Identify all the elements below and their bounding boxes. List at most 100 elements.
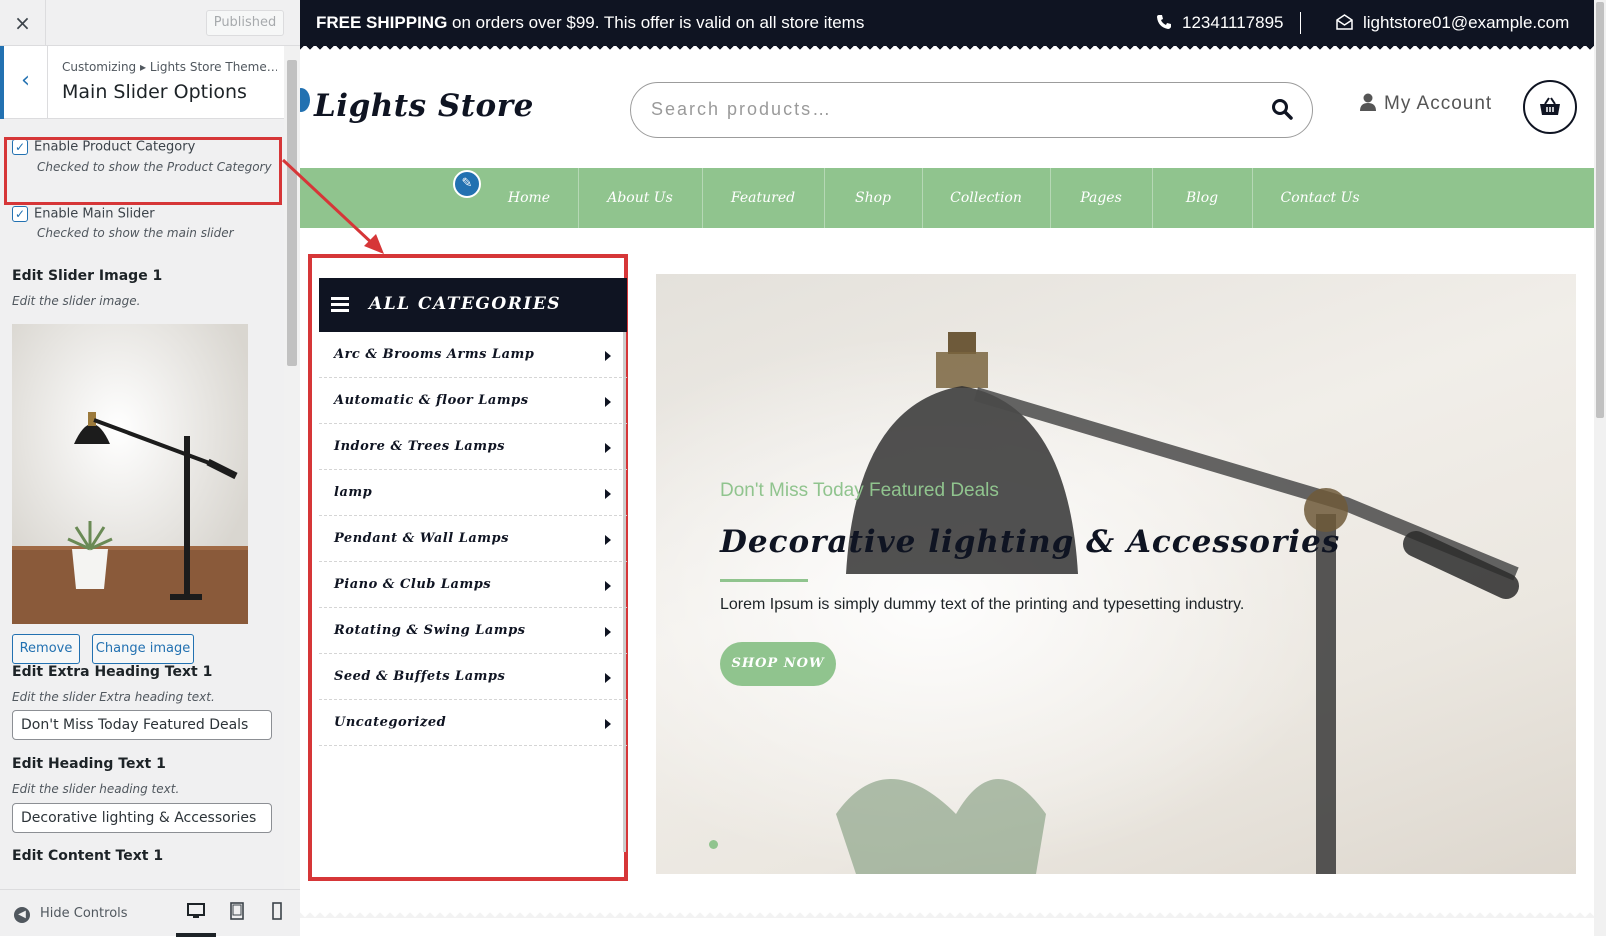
slider-heading: Decorative lighting & Accessories bbox=[720, 524, 1341, 560]
section-header: ‹ Customizing ▸ Lights Store Theme… Main… bbox=[0, 46, 284, 119]
nav-about-us[interactable]: About Us bbox=[578, 168, 702, 228]
back-button[interactable]: ‹ bbox=[0, 46, 48, 119]
phone-number: 12341117895 bbox=[1182, 13, 1284, 32]
category-label: Seed & Buffets Lamps bbox=[334, 669, 506, 684]
shipping-bold: FREE SHIPPING bbox=[316, 13, 448, 32]
section-zigzag bbox=[300, 910, 1594, 918]
nav-blog[interactable]: Blog bbox=[1152, 168, 1252, 228]
category-label: Automatic & floor Lamps bbox=[334, 393, 529, 408]
main-slider: Don't Miss Today Featured Deals Decorati… bbox=[656, 274, 1576, 874]
slider-dot-active[interactable] bbox=[709, 840, 718, 849]
category-item[interactable]: lamp bbox=[319, 470, 627, 516]
slider-content: Lorem Ipsum is simply dummy text of the … bbox=[720, 596, 1245, 613]
enable-slider-checkbox[interactable]: ✓ bbox=[12, 206, 28, 222]
category-label: Uncategorized bbox=[334, 715, 447, 730]
customizer-header: × Published bbox=[0, 0, 300, 46]
phone-icon bbox=[1157, 15, 1171, 29]
edit-pencil-icon[interactable]: ✎ bbox=[453, 170, 481, 198]
envelope-icon bbox=[1336, 14, 1353, 30]
heading-desc: Edit the slider heading text. bbox=[12, 782, 180, 796]
categories-header[interactable]: ALL CATEGORIES bbox=[319, 278, 627, 332]
breadcrumb: Customizing ▸ Lights Store Theme… bbox=[62, 60, 277, 74]
categories-list: Arc & Brooms Arms Lamp Automatic & floor… bbox=[319, 332, 627, 746]
top-bar: FREE SHIPPING on orders over $99. This o… bbox=[300, 0, 1594, 46]
remove-image-button[interactable]: Remove bbox=[12, 634, 80, 664]
edit-shortcut-icon[interactable] bbox=[300, 88, 310, 112]
hide-controls-icon[interactable]: ◀ bbox=[14, 907, 30, 923]
heading-input[interactable]: Decorative lighting & Accessories bbox=[12, 803, 272, 833]
site-logo[interactable]: Lights Store bbox=[314, 88, 534, 124]
nav-home[interactable]: Home bbox=[480, 168, 578, 228]
extra-heading-desc: Edit the slider Extra heading text. bbox=[12, 690, 215, 704]
cart-button[interactable] bbox=[1523, 80, 1577, 134]
slider-background-image bbox=[656, 274, 1576, 874]
caret-right-icon bbox=[605, 627, 611, 637]
shipping-notice: FREE SHIPPING on orders over $99. This o… bbox=[316, 13, 864, 33]
active-device-indicator bbox=[176, 933, 216, 937]
enable-slider-control[interactable]: ✓ Enable Main Slider bbox=[12, 206, 155, 222]
publish-button[interactable]: Published bbox=[206, 10, 284, 36]
slider-image-label: Edit Slider Image 1 bbox=[12, 268, 163, 284]
preview-scrollbar-thumb[interactable] bbox=[1596, 2, 1604, 418]
caret-right-icon bbox=[605, 581, 611, 591]
basket-icon bbox=[1540, 97, 1560, 115]
slider-image-thumbnail bbox=[12, 324, 248, 624]
search-box[interactable]: Search products… bbox=[630, 82, 1313, 138]
category-item[interactable]: Pendant & Wall Lamps bbox=[319, 516, 627, 562]
category-item[interactable]: Uncategorized bbox=[319, 700, 627, 746]
panel-scrollbar-thumb[interactable] bbox=[287, 60, 297, 366]
customizer-footer: ◀ Hide Controls bbox=[0, 889, 300, 937]
caret-right-icon bbox=[605, 535, 611, 545]
categories-panel-highlight: ALL CATEGORIES Arc & Brooms Arms Lamp Au… bbox=[308, 254, 628, 881]
category-label: Pendant & Wall Lamps bbox=[334, 531, 509, 546]
desktop-icon[interactable] bbox=[185, 902, 207, 924]
email-address: lightstore01@example.com bbox=[1363, 13, 1570, 32]
category-item[interactable]: Seed & Buffets Lamps bbox=[319, 654, 627, 700]
categories-title: ALL CATEGORIES bbox=[369, 294, 562, 314]
category-item[interactable]: Rotating & Swing Lamps bbox=[319, 608, 627, 654]
search-icon[interactable] bbox=[1270, 97, 1294, 121]
shop-now-button[interactable]: SHOP NOW bbox=[720, 642, 836, 686]
category-item[interactable]: Automatic & floor Lamps bbox=[319, 378, 627, 424]
content-label: Edit Content Text 1 bbox=[12, 848, 164, 864]
tablet-icon[interactable] bbox=[226, 902, 248, 924]
nav-pages[interactable]: Pages bbox=[1050, 168, 1152, 228]
category-item[interactable]: Arc & Brooms Arms Lamp bbox=[319, 332, 627, 378]
category-item[interactable]: Piano & Club Lamps bbox=[319, 562, 627, 608]
mobile-icon[interactable] bbox=[266, 902, 288, 924]
close-customizer-button[interactable]: × bbox=[0, 0, 46, 46]
category-label: Arc & Brooms Arms Lamp bbox=[334, 347, 535, 362]
caret-right-icon bbox=[605, 719, 611, 729]
categories-scrollbar[interactable] bbox=[623, 332, 626, 852]
hide-controls-button[interactable]: Hide Controls bbox=[40, 906, 128, 921]
highlight-box-category-control bbox=[4, 137, 282, 205]
nav-contact-us[interactable]: Contact Us bbox=[1252, 168, 1388, 228]
slider-image-desc: Edit the slider image. bbox=[12, 294, 141, 308]
enable-slider-desc: Checked to show the main slider bbox=[37, 226, 234, 240]
my-account-link[interactable]: My Account bbox=[1360, 93, 1492, 115]
nav-collection[interactable]: Collection bbox=[922, 168, 1050, 228]
chevron-left-icon: ‹ bbox=[21, 68, 30, 93]
slider-extra-heading: Don't Miss Today Featured Deals bbox=[720, 480, 999, 501]
caret-right-icon bbox=[605, 397, 611, 407]
topbar-zigzag bbox=[300, 44, 1594, 52]
caret-right-icon bbox=[605, 443, 611, 453]
change-image-button[interactable]: Change image bbox=[92, 634, 194, 664]
controls-list[interactable]: ✓ Enable Product Category Checked to show… bbox=[0, 119, 284, 889]
main-navigation: Home About Us Featured Shop Collection P… bbox=[300, 168, 1594, 228]
nav-shop[interactable]: Shop bbox=[824, 168, 922, 228]
category-label: Piano & Club Lamps bbox=[334, 577, 492, 592]
topbar-divider bbox=[1300, 12, 1301, 34]
my-account-label: My Account bbox=[1384, 93, 1493, 114]
customizer-panel: × Published ‹ Customizing ▸ Lights Store… bbox=[0, 0, 300, 937]
nav-featured[interactable]: Featured bbox=[702, 168, 824, 228]
category-item[interactable]: Indore & Trees Lamps bbox=[319, 424, 627, 470]
user-icon bbox=[1360, 93, 1376, 111]
search-input[interactable]: Search products… bbox=[651, 99, 832, 120]
section-title: Main Slider Options bbox=[62, 81, 247, 103]
phone-contact[interactable]: 12341117895 bbox=[1156, 13, 1283, 33]
extra-heading-input[interactable]: Don't Miss Today Featured Deals bbox=[12, 710, 272, 740]
email-contact[interactable]: lightstore01@example.com bbox=[1336, 13, 1569, 33]
heading-underline bbox=[720, 579, 808, 582]
heading-label: Edit Heading Text 1 bbox=[12, 756, 166, 772]
